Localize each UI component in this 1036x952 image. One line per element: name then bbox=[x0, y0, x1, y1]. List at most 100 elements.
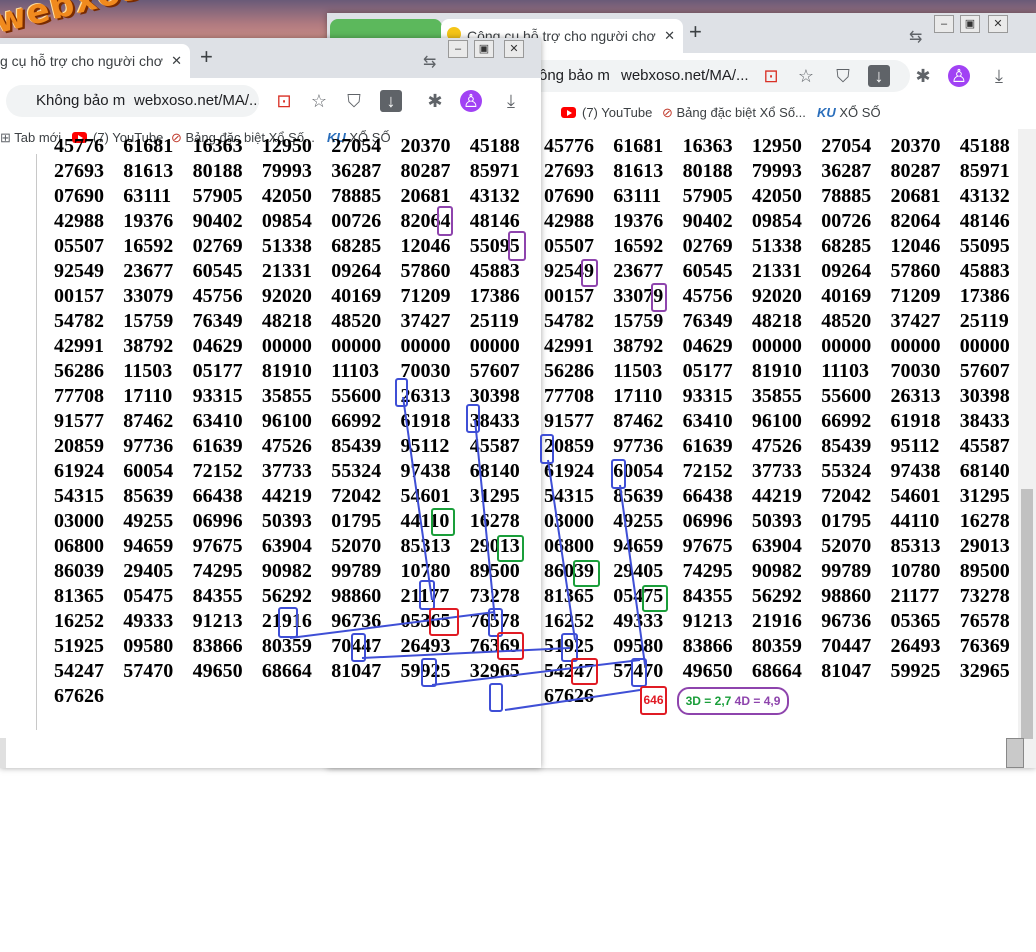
close-window-button[interactable]: ✕ bbox=[504, 40, 524, 58]
grid-cell: 91213 bbox=[682, 610, 733, 632]
grid-cell: 56286 bbox=[544, 360, 594, 382]
address-bar[interactable]: Không bảo m webxoso.net/MA/... bbox=[6, 85, 259, 117]
grid-cell: 87462 bbox=[613, 410, 664, 432]
grid-cell: 74295 bbox=[682, 560, 733, 582]
security-chip[interactable]: Không bảo m bbox=[36, 92, 125, 109]
grid-cell: 09854 bbox=[751, 210, 802, 232]
grid-cell: 97736 bbox=[123, 435, 174, 457]
grid-cell: 42988 bbox=[544, 210, 594, 232]
close-window-button[interactable]: ✕ bbox=[988, 15, 1008, 33]
tab-title: g cụ hỗ trợ cho người chơ bbox=[0, 53, 163, 69]
grid-cell: 43132 bbox=[469, 185, 520, 207]
grid-cell: 78885 bbox=[331, 185, 382, 207]
grid-cell: 00000 bbox=[890, 335, 941, 357]
grid-cell: 85971 bbox=[959, 160, 1010, 182]
browser-tab[interactable]: g cụ hỗ trợ cho người chơ ✕ bbox=[0, 44, 190, 78]
grid-cell: 55324 bbox=[821, 460, 872, 482]
bookmark-youtube[interactable]: (7) YouTube bbox=[561, 105, 652, 120]
grid-cell: 20370 bbox=[890, 135, 941, 157]
grid-cell: 79993 bbox=[751, 160, 802, 182]
bookmark-star-icon[interactable]: ☆ bbox=[308, 90, 330, 112]
minimize-button[interactable]: ‒ bbox=[934, 15, 954, 33]
grid-cell: 57607 bbox=[469, 360, 520, 382]
grid-cell: 90402 bbox=[192, 210, 243, 232]
highlight-box-purple bbox=[437, 206, 453, 236]
grid-cell: 43132 bbox=[959, 185, 1010, 207]
grid-cell: 49255 bbox=[613, 510, 664, 532]
grid-cell: 91577 bbox=[54, 410, 104, 432]
shield-icon[interactable]: ⛉ bbox=[832, 65, 854, 87]
new-tab-button[interactable]: + bbox=[689, 19, 702, 45]
grid-cell: 40169 bbox=[331, 285, 382, 307]
grid-cell: 93315 bbox=[192, 385, 243, 407]
grid-cell: 05475 bbox=[123, 585, 174, 607]
download-arrow-icon[interactable]: ↓ bbox=[380, 90, 402, 112]
url-text[interactable]: webxoso.net/MA/... bbox=[134, 92, 259, 109]
highlight-box-blue bbox=[466, 404, 480, 433]
grid-cell: 70030 bbox=[400, 360, 451, 382]
tab-close-icon[interactable]: ✕ bbox=[171, 53, 182, 69]
bookmark-bang-dac-biet[interactable]: ⊘ Bảng đặc biệt Xổ Số... bbox=[662, 105, 806, 121]
extensions-icon[interactable]: ✱ bbox=[912, 65, 934, 87]
profile-avatar[interactable]: ♙ bbox=[460, 90, 482, 112]
grid-cell: 92549 bbox=[54, 260, 104, 282]
bookmark-star-icon[interactable]: ☆ bbox=[795, 65, 817, 87]
bookmark-tab-moi[interactable]: ⊞ Tab mới bbox=[0, 130, 61, 146]
grid-cell: 68285 bbox=[821, 235, 872, 257]
grid-cell: 98860 bbox=[821, 585, 872, 607]
download-arrow-icon[interactable]: ↓ bbox=[868, 65, 890, 87]
ku-logo-icon: KU bbox=[817, 105, 840, 120]
downloads-icon[interactable]: ⤓ bbox=[500, 90, 522, 112]
grid-cell: 11103 bbox=[821, 360, 869, 382]
url-text[interactable]: webxoso.net/MA/... bbox=[621, 67, 749, 84]
grid-cell: 80359 bbox=[751, 635, 802, 657]
grid-cell: 17110 bbox=[613, 385, 663, 407]
grid-cell: 32965 bbox=[469, 660, 520, 682]
grid-cell: 92020 bbox=[261, 285, 312, 307]
profile-avatar[interactable]: ♙ bbox=[948, 65, 970, 87]
blocked-popup-icon[interactable]: ⊡ bbox=[273, 90, 295, 112]
grid-cell: 42991 bbox=[544, 335, 594, 357]
tab-close-icon[interactable]: ✕ bbox=[664, 28, 675, 44]
maximize-button[interactable]: ▣ bbox=[960, 15, 980, 33]
tab-search-icon[interactable]: ⇆ bbox=[423, 52, 436, 72]
grid-cell: 92020 bbox=[751, 285, 802, 307]
grid-cell: 83866 bbox=[682, 635, 733, 657]
scrollbar-corner[interactable] bbox=[1006, 738, 1024, 768]
grid-cell: 00157 bbox=[54, 285, 104, 307]
minimize-button[interactable]: ‒ bbox=[448, 40, 468, 58]
grid-cell: 49255 bbox=[123, 510, 174, 532]
maximize-button[interactable]: ▣ bbox=[474, 40, 494, 58]
grid-cell: 90982 bbox=[261, 560, 312, 582]
grid-cell: 16278 bbox=[959, 510, 1010, 532]
tab-search-icon[interactable]: ⇆ bbox=[909, 27, 922, 47]
security-chip[interactable]: ông bảo m bbox=[539, 67, 610, 84]
highlight-box-red bbox=[497, 632, 524, 660]
grid-cell: 26493 bbox=[890, 635, 941, 657]
grid-cell: 91577 bbox=[544, 410, 594, 432]
grid-cell: 27054 bbox=[821, 135, 872, 157]
grid-cell: 80188 bbox=[682, 160, 733, 182]
bookmark-xoso[interactable]: KU XỔ SỐ bbox=[817, 105, 881, 120]
downloads-icon[interactable]: ⤓ bbox=[988, 65, 1010, 87]
grid-cell: 72152 bbox=[682, 460, 733, 482]
grid-cell: 60545 bbox=[682, 260, 733, 282]
grid-cell: 99789 bbox=[821, 560, 872, 582]
blocked-popup-icon[interactable]: ⊡ bbox=[760, 65, 782, 87]
grid-cell: 45883 bbox=[469, 260, 520, 282]
grid-cell: 66992 bbox=[821, 410, 872, 432]
shield-icon[interactable]: ⛉ bbox=[343, 90, 365, 112]
grid-cell: 19376 bbox=[613, 210, 664, 232]
grid-cell: 76349 bbox=[682, 310, 733, 332]
extensions-icon[interactable]: ✱ bbox=[424, 90, 446, 112]
grid-cell: 96736 bbox=[821, 610, 872, 632]
grid-cell: 11503 bbox=[613, 360, 663, 382]
highlight-box-purple bbox=[651, 283, 667, 312]
grid-cell: 68285 bbox=[331, 235, 382, 257]
grid-cell: 79993 bbox=[261, 160, 312, 182]
new-tab-button[interactable]: + bbox=[200, 44, 213, 70]
grid-cell: 00000 bbox=[751, 335, 802, 357]
grid-cell: 40169 bbox=[821, 285, 872, 307]
grid-cell: 27693 bbox=[54, 160, 104, 182]
grid-cell: 98860 bbox=[331, 585, 382, 607]
